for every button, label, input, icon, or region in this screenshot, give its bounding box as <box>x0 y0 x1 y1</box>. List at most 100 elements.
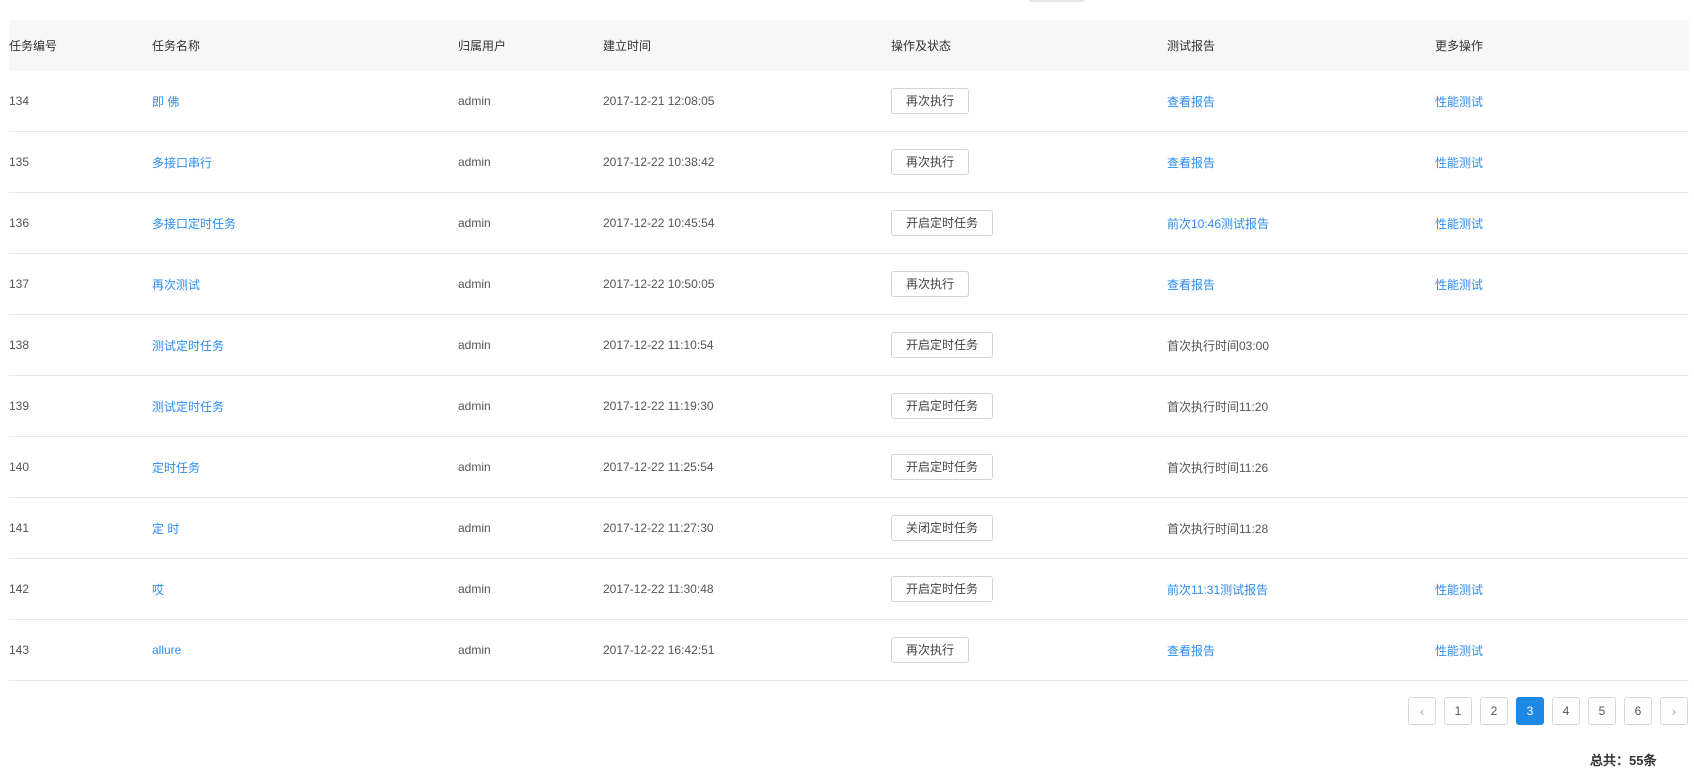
table-row: 142 哎 admin 2017-12-22 11:30:48 开启定时任务 前次11:3… <box>9 558 1689 620</box>
test-report-cell: 前次11:31测试报告 <box>1167 558 1435 620</box>
page-button[interactable]: 3 <box>1516 697 1544 725</box>
task-id-cell: 142 <box>9 558 152 620</box>
task-id-cell: 140 <box>9 436 152 498</box>
created-time-cell: 2017-12-22 16:42:51 <box>603 619 891 681</box>
task-op-button[interactable]: 再次执行 <box>891 88 970 114</box>
chevron-left-icon: ‹ <box>1419 703 1425 719</box>
test-report-cell: 查看报告 <box>1167 131 1435 193</box>
performance-test-link[interactable]: 性能测试 <box>1435 278 1483 292</box>
task-name-link[interactable]: 即 佛 <box>152 95 179 109</box>
task-name-link[interactable]: 再次测试 <box>152 278 200 292</box>
first-run-time-text: 首次执行时间11:20 <box>1167 399 1269 414</box>
page-button[interactable]: 6 <box>1624 697 1652 725</box>
ops-status-cell: 开启定时任务 <box>891 314 1167 376</box>
header-task-id: 任务编号 <box>9 20 152 71</box>
ops-status-cell: 开启定时任务 <box>891 558 1167 620</box>
task-name-link[interactable]: 测试定时任务 <box>152 339 224 353</box>
task-name-link[interactable]: 哎 <box>152 583 164 597</box>
header-ops-status: 操作及状态 <box>891 20 1167 71</box>
created-time-cell: 2017-12-22 10:38:42 <box>603 131 891 193</box>
created-time-cell: 2017-12-22 11:19:30 <box>603 375 891 437</box>
table-row: 134 即 佛 admin 2017-12-21 12:08:05 再次执行 查看报告 性能… <box>9 71 1689 132</box>
total-count: 总共：55条 <box>1590 753 1657 768</box>
page-number-list: 123456 <box>1444 697 1652 725</box>
more-ops-cell <box>1435 314 1689 376</box>
user-cell: admin <box>458 192 603 254</box>
user-cell: admin <box>458 131 603 193</box>
more-ops-cell <box>1435 436 1689 498</box>
task-op-button[interactable]: 开启定时任务 <box>891 210 994 236</box>
user-cell: admin <box>458 436 603 498</box>
performance-test-link[interactable]: 性能测试 <box>1435 156 1483 170</box>
created-time-cell: 2017-12-22 11:10:54 <box>603 314 891 376</box>
ops-status-cell: 开启定时任务 <box>891 375 1167 437</box>
user-cell: admin <box>458 375 603 437</box>
next-page-button[interactable]: › <box>1660 697 1688 725</box>
task-op-button[interactable]: 关闭定时任务 <box>891 515 994 541</box>
more-ops-cell: 性能测试 <box>1435 619 1689 681</box>
task-name-cell: 多接口串行 <box>152 131 458 193</box>
task-name-cell: 哎 <box>152 558 458 620</box>
task-name-link[interactable]: 定时任务 <box>152 461 200 475</box>
task-name-link[interactable]: 测试定时任务 <box>152 400 224 414</box>
top-tab-indicator <box>1029 0 1084 2</box>
created-time-cell: 2017-12-22 10:45:54 <box>603 192 891 254</box>
task-name-cell: 定 时 <box>152 497 458 559</box>
task-name-link[interactable]: allure <box>152 643 181 657</box>
task-name-link[interactable]: 定 时 <box>152 522 179 536</box>
test-report-link[interactable]: 前次10:46测试报告 <box>1167 217 1269 231</box>
created-time-cell: 2017-12-21 12:08:05 <box>603 71 891 132</box>
prev-page-button[interactable]: ‹ <box>1408 697 1436 725</box>
performance-test-link[interactable]: 性能测试 <box>1435 583 1483 597</box>
test-report-link[interactable]: 前次11:31测试报告 <box>1167 583 1268 597</box>
task-id-cell: 136 <box>9 192 152 254</box>
page-button[interactable]: 5 <box>1588 697 1616 725</box>
test-report-link[interactable]: 查看报告 <box>1167 644 1215 658</box>
task-id-cell: 137 <box>9 253 152 315</box>
task-name-cell: allure <box>152 619 458 681</box>
test-report-cell: 查看报告 <box>1167 71 1435 132</box>
task-op-button[interactable]: 再次执行 <box>891 271 970 297</box>
ops-status-cell: 再次执行 <box>891 619 1167 681</box>
task-id-cell: 139 <box>9 375 152 437</box>
header-test-report: 测试报告 <box>1167 20 1435 71</box>
first-run-time-text: 首次执行时间11:26 <box>1167 460 1269 475</box>
test-report-link[interactable]: 查看报告 <box>1167 95 1215 109</box>
task-name-link[interactable]: 多接口定时任务 <box>152 217 236 231</box>
task-op-button[interactable]: 开启定时任务 <box>891 454 994 480</box>
task-op-button[interactable]: 再次执行 <box>891 149 970 175</box>
created-time-cell: 2017-12-22 11:30:48 <box>603 558 891 620</box>
task-name-cell: 即 佛 <box>152 71 458 132</box>
page-button[interactable]: 4 <box>1552 697 1580 725</box>
task-name-link[interactable]: 多接口串行 <box>152 156 212 170</box>
test-report-link[interactable]: 查看报告 <box>1167 278 1215 292</box>
page-button[interactable]: 1 <box>1444 697 1472 725</box>
task-name-cell: 再次测试 <box>152 253 458 315</box>
table-row: 143 allure admin 2017-12-22 16:42:51 再次执行 查看报… <box>9 619 1689 681</box>
performance-test-link[interactable]: 性能测试 <box>1435 95 1483 109</box>
task-op-button[interactable]: 开启定时任务 <box>891 576 994 602</box>
table-row: 141 定 时 admin 2017-12-22 11:27:30 关闭定时任务 首次执行… <box>9 497 1689 559</box>
task-table: 任务编号 任务名称 归属用户 建立时间 操作及状态 测试报告 更多操作 134 即… <box>9 20 1689 681</box>
test-report-link[interactable]: 查看报告 <box>1167 156 1215 170</box>
user-cell: admin <box>458 253 603 315</box>
performance-test-link[interactable]: 性能测试 <box>1435 644 1483 658</box>
ops-status-cell: 再次执行 <box>891 71 1167 132</box>
user-cell: admin <box>458 314 603 376</box>
user-cell: admin <box>458 619 603 681</box>
task-op-button[interactable]: 再次执行 <box>891 637 970 663</box>
page-button[interactable]: 2 <box>1480 697 1508 725</box>
task-op-button[interactable]: 开启定时任务 <box>891 393 994 419</box>
task-op-button[interactable]: 开启定时任务 <box>891 332 994 358</box>
test-report-cell: 查看报告 <box>1167 619 1435 681</box>
ops-status-cell: 开启定时任务 <box>891 436 1167 498</box>
test-report-cell: 首次执行时间03:00 <box>1167 314 1435 376</box>
performance-test-link[interactable]: 性能测试 <box>1435 217 1483 231</box>
task-name-cell: 多接口定时任务 <box>152 192 458 254</box>
table-row: 136 多接口定时任务 admin 2017-12-22 10:45:54 开启定时任务… <box>9 192 1689 254</box>
task-id-cell: 138 <box>9 314 152 376</box>
header-more-ops: 更多操作 <box>1435 20 1689 71</box>
first-run-time-text: 首次执行时间03:00 <box>1167 338 1270 353</box>
created-time-cell: 2017-12-22 10:50:05 <box>603 253 891 315</box>
more-ops-cell: 性能测试 <box>1435 192 1689 254</box>
